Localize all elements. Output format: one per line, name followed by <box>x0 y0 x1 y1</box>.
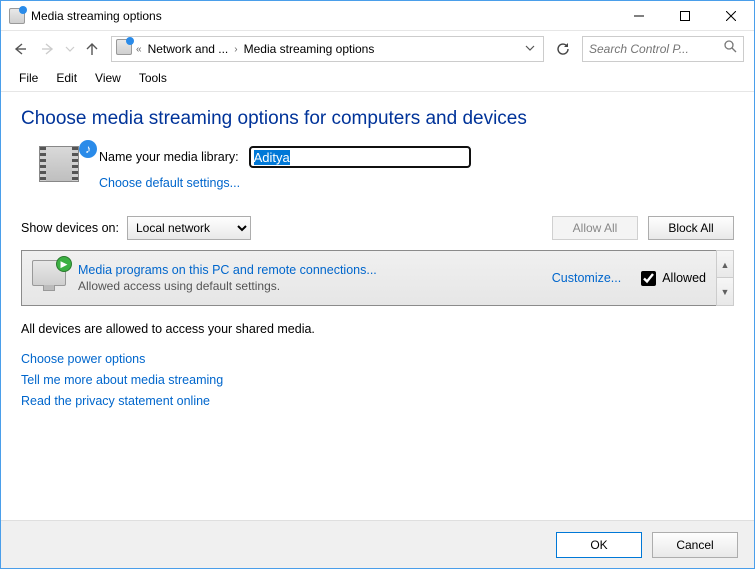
control-panel-icon <box>116 39 132 60</box>
allow-all-button[interactable]: Allow All <box>552 216 638 240</box>
search-box[interactable] <box>582 36 744 62</box>
scroll-down-button[interactable]: ▼ <box>716 277 734 306</box>
customize-link[interactable]: Customize... <box>552 271 621 285</box>
library-name-input[interactable] <box>249 146 471 168</box>
device-icon: ▶ <box>32 260 68 296</box>
device-subtitle: Allowed access using default settings. <box>78 279 542 293</box>
address-dropdown-icon[interactable] <box>521 40 539 58</box>
show-devices-row: Show devices on: Local network Allow All… <box>21 216 734 240</box>
footer: OK Cancel <box>1 520 754 568</box>
up-button[interactable] <box>79 36 105 62</box>
search-input[interactable] <box>589 42 724 56</box>
allowed-checkbox-group[interactable]: Allowed <box>641 271 706 286</box>
library-name-row: ♪ Name your media library: Choose defaul… <box>21 146 734 194</box>
power-options-link[interactable]: Choose power options <box>21 352 734 366</box>
media-library-icon: ♪ <box>39 146 87 194</box>
window-title: Media streaming options <box>31 9 616 23</box>
address-bar[interactable]: « Network and ... › Media streaming opti… <box>111 36 544 62</box>
menu-tools[interactable]: Tools <box>131 69 175 87</box>
status-text: All devices are allowed to access your s… <box>21 322 734 336</box>
breadcrumb-current[interactable]: Media streaming options <box>242 42 377 56</box>
related-links: Choose power options Tell me more about … <box>21 352 734 408</box>
block-all-button[interactable]: Block All <box>648 216 734 240</box>
more-info-link[interactable]: Tell me more about media streaming <box>21 373 734 387</box>
app-icon <box>9 8 25 24</box>
allowed-label: Allowed <box>662 271 706 285</box>
device-title-link[interactable]: Media programs on this PC and remote con… <box>78 263 542 277</box>
titlebar: Media streaming options <box>1 1 754 31</box>
ok-button[interactable]: OK <box>556 532 642 558</box>
search-icon[interactable] <box>724 40 737 58</box>
chevron-left-icon: « <box>132 44 146 55</box>
library-name-label: Name your media library: <box>99 150 239 164</box>
privacy-link[interactable]: Read the privacy statement online <box>21 394 734 408</box>
device-list: ▶ Media programs on this PC and remote c… <box>21 250 734 306</box>
recent-locations-button[interactable] <box>63 36 77 62</box>
window-controls <box>616 1 754 30</box>
menu-view[interactable]: View <box>87 69 129 87</box>
refresh-button[interactable] <box>550 36 576 62</box>
menu-edit[interactable]: Edit <box>48 69 85 87</box>
close-button[interactable] <box>708 1 754 30</box>
nav-toolbar: « Network and ... › Media streaming opti… <box>1 31 754 67</box>
content-area: Choose media streaming options for compu… <box>1 92 754 408</box>
forward-button[interactable] <box>35 36 61 62</box>
scroll-up-button[interactable]: ▲ <box>716 250 734 279</box>
choose-default-settings-link[interactable]: Choose default settings... <box>99 176 471 190</box>
back-button[interactable] <box>7 36 33 62</box>
page-title: Choose media streaming options for compu… <box>21 108 734 130</box>
menu-file[interactable]: File <box>11 69 46 87</box>
scrollbar[interactable]: ▲ ▼ <box>716 251 733 305</box>
chevron-right-icon: › <box>230 44 241 55</box>
device-row[interactable]: ▶ Media programs on this PC and remote c… <box>22 251 716 305</box>
maximize-button[interactable] <box>662 1 708 30</box>
minimize-button[interactable] <box>616 1 662 30</box>
show-devices-label: Show devices on: <box>21 221 119 235</box>
show-devices-select[interactable]: Local network <box>127 216 251 240</box>
breadcrumb-network[interactable]: Network and ... <box>146 42 231 56</box>
cancel-button[interactable]: Cancel <box>652 532 738 558</box>
allowed-checkbox[interactable] <box>641 271 656 286</box>
menu-bar: File Edit View Tools <box>1 67 754 89</box>
